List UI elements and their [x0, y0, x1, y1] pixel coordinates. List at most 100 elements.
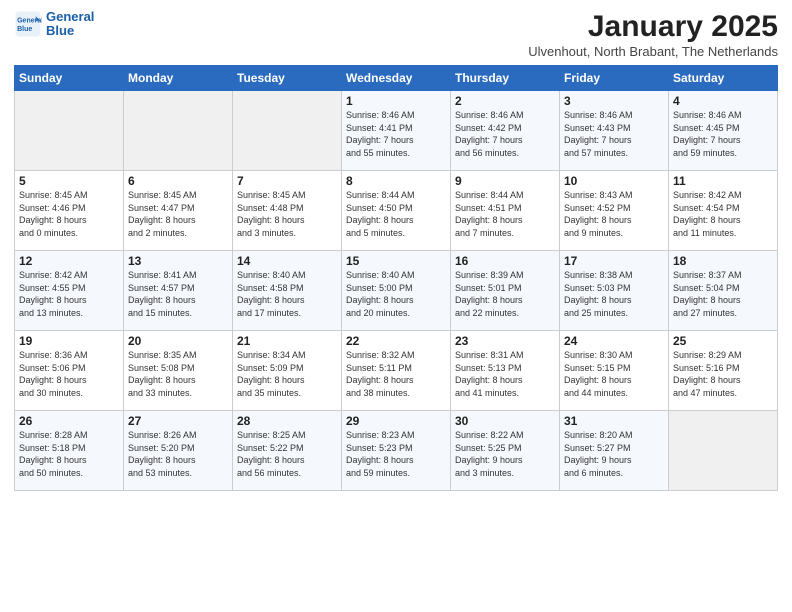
- cell-info: Sunrise: 8:42 AMSunset: 4:55 PMDaylight:…: [19, 269, 119, 319]
- day-number: 19: [19, 334, 119, 348]
- calendar-cell: 14Sunrise: 8:40 AMSunset: 4:58 PMDayligh…: [233, 251, 342, 331]
- weekday-header-monday: Monday: [124, 66, 233, 91]
- cell-info: Sunrise: 8:40 AMSunset: 4:58 PMDaylight:…: [237, 269, 337, 319]
- calendar-cell: 1Sunrise: 8:46 AMSunset: 4:41 PMDaylight…: [342, 91, 451, 171]
- day-number: 28: [237, 414, 337, 428]
- day-number: 14: [237, 254, 337, 268]
- day-number: 9: [455, 174, 555, 188]
- week-row-3: 12Sunrise: 8:42 AMSunset: 4:55 PMDayligh…: [15, 251, 778, 331]
- cell-info: Sunrise: 8:45 AMSunset: 4:48 PMDaylight:…: [237, 189, 337, 239]
- day-number: 12: [19, 254, 119, 268]
- calendar-table: SundayMondayTuesdayWednesdayThursdayFrid…: [14, 65, 778, 491]
- cell-info: Sunrise: 8:34 AMSunset: 5:09 PMDaylight:…: [237, 349, 337, 399]
- cell-info: Sunrise: 8:44 AMSunset: 4:50 PMDaylight:…: [346, 189, 446, 239]
- weekday-header-friday: Friday: [560, 66, 669, 91]
- cell-info: Sunrise: 8:22 AMSunset: 5:25 PMDaylight:…: [455, 429, 555, 479]
- calendar-cell: 13Sunrise: 8:41 AMSunset: 4:57 PMDayligh…: [124, 251, 233, 331]
- day-number: 24: [564, 334, 664, 348]
- calendar-cell: 16Sunrise: 8:39 AMSunset: 5:01 PMDayligh…: [451, 251, 560, 331]
- week-row-5: 26Sunrise: 8:28 AMSunset: 5:18 PMDayligh…: [15, 411, 778, 491]
- header: General Blue General Blue January 2025 U…: [14, 10, 778, 59]
- day-number: 6: [128, 174, 228, 188]
- day-number: 7: [237, 174, 337, 188]
- calendar-cell: 21Sunrise: 8:34 AMSunset: 5:09 PMDayligh…: [233, 331, 342, 411]
- calendar-cell: [669, 411, 778, 491]
- calendar-cell: 7Sunrise: 8:45 AMSunset: 4:48 PMDaylight…: [233, 171, 342, 251]
- cell-info: Sunrise: 8:40 AMSunset: 5:00 PMDaylight:…: [346, 269, 446, 319]
- calendar-cell: 2Sunrise: 8:46 AMSunset: 4:42 PMDaylight…: [451, 91, 560, 171]
- day-number: 1: [346, 94, 446, 108]
- calendar-cell: 27Sunrise: 8:26 AMSunset: 5:20 PMDayligh…: [124, 411, 233, 491]
- calendar-cell: 10Sunrise: 8:43 AMSunset: 4:52 PMDayligh…: [560, 171, 669, 251]
- cell-info: Sunrise: 8:28 AMSunset: 5:18 PMDaylight:…: [19, 429, 119, 479]
- weekday-header-sunday: Sunday: [15, 66, 124, 91]
- day-number: 3: [564, 94, 664, 108]
- calendar-cell: [124, 91, 233, 171]
- day-number: 4: [673, 94, 773, 108]
- cell-info: Sunrise: 8:26 AMSunset: 5:20 PMDaylight:…: [128, 429, 228, 479]
- day-number: 29: [346, 414, 446, 428]
- calendar-cell: 3Sunrise: 8:46 AMSunset: 4:43 PMDaylight…: [560, 91, 669, 171]
- weekday-header-row: SundayMondayTuesdayWednesdayThursdayFrid…: [15, 66, 778, 91]
- cell-info: Sunrise: 8:25 AMSunset: 5:22 PMDaylight:…: [237, 429, 337, 479]
- calendar-cell: [233, 91, 342, 171]
- logo-icon: General Blue: [14, 10, 42, 38]
- calendar-cell: 12Sunrise: 8:42 AMSunset: 4:55 PMDayligh…: [15, 251, 124, 331]
- day-number: 20: [128, 334, 228, 348]
- cell-info: Sunrise: 8:30 AMSunset: 5:15 PMDaylight:…: [564, 349, 664, 399]
- day-number: 15: [346, 254, 446, 268]
- cell-info: Sunrise: 8:42 AMSunset: 4:54 PMDaylight:…: [673, 189, 773, 239]
- cell-info: Sunrise: 8:23 AMSunset: 5:23 PMDaylight:…: [346, 429, 446, 479]
- cell-info: Sunrise: 8:32 AMSunset: 5:11 PMDaylight:…: [346, 349, 446, 399]
- cell-info: Sunrise: 8:46 AMSunset: 4:41 PMDaylight:…: [346, 109, 446, 159]
- logo: General Blue General Blue: [14, 10, 94, 39]
- day-number: 10: [564, 174, 664, 188]
- cell-info: Sunrise: 8:29 AMSunset: 5:16 PMDaylight:…: [673, 349, 773, 399]
- logo-text: General Blue: [46, 10, 94, 39]
- calendar-cell: 5Sunrise: 8:45 AMSunset: 4:46 PMDaylight…: [15, 171, 124, 251]
- calendar-cell: 9Sunrise: 8:44 AMSunset: 4:51 PMDaylight…: [451, 171, 560, 251]
- calendar-cell: 29Sunrise: 8:23 AMSunset: 5:23 PMDayligh…: [342, 411, 451, 491]
- day-number: 23: [455, 334, 555, 348]
- day-number: 13: [128, 254, 228, 268]
- day-number: 5: [19, 174, 119, 188]
- day-number: 26: [19, 414, 119, 428]
- day-number: 11: [673, 174, 773, 188]
- cell-info: Sunrise: 8:41 AMSunset: 4:57 PMDaylight:…: [128, 269, 228, 319]
- week-row-2: 5Sunrise: 8:45 AMSunset: 4:46 PMDaylight…: [15, 171, 778, 251]
- cell-info: Sunrise: 8:35 AMSunset: 5:08 PMDaylight:…: [128, 349, 228, 399]
- day-number: 8: [346, 174, 446, 188]
- title-block: January 2025 Ulvenhout, North Brabant, T…: [528, 10, 778, 59]
- calendar-cell: 18Sunrise: 8:37 AMSunset: 5:04 PMDayligh…: [669, 251, 778, 331]
- day-number: 18: [673, 254, 773, 268]
- day-number: 2: [455, 94, 555, 108]
- cell-info: Sunrise: 8:38 AMSunset: 5:03 PMDaylight:…: [564, 269, 664, 319]
- weekday-header-wednesday: Wednesday: [342, 66, 451, 91]
- week-row-4: 19Sunrise: 8:36 AMSunset: 5:06 PMDayligh…: [15, 331, 778, 411]
- day-number: 27: [128, 414, 228, 428]
- cell-info: Sunrise: 8:36 AMSunset: 5:06 PMDaylight:…: [19, 349, 119, 399]
- calendar-cell: 24Sunrise: 8:30 AMSunset: 5:15 PMDayligh…: [560, 331, 669, 411]
- calendar-cell: [15, 91, 124, 171]
- day-number: 22: [346, 334, 446, 348]
- cell-info: Sunrise: 8:46 AMSunset: 4:42 PMDaylight:…: [455, 109, 555, 159]
- calendar-cell: 6Sunrise: 8:45 AMSunset: 4:47 PMDaylight…: [124, 171, 233, 251]
- calendar-cell: 26Sunrise: 8:28 AMSunset: 5:18 PMDayligh…: [15, 411, 124, 491]
- day-number: 16: [455, 254, 555, 268]
- week-row-1: 1Sunrise: 8:46 AMSunset: 4:41 PMDaylight…: [15, 91, 778, 171]
- weekday-header-thursday: Thursday: [451, 66, 560, 91]
- calendar-cell: 20Sunrise: 8:35 AMSunset: 5:08 PMDayligh…: [124, 331, 233, 411]
- day-number: 30: [455, 414, 555, 428]
- weekday-header-saturday: Saturday: [669, 66, 778, 91]
- calendar-cell: 22Sunrise: 8:32 AMSunset: 5:11 PMDayligh…: [342, 331, 451, 411]
- cell-info: Sunrise: 8:44 AMSunset: 4:51 PMDaylight:…: [455, 189, 555, 239]
- cell-info: Sunrise: 8:45 AMSunset: 4:47 PMDaylight:…: [128, 189, 228, 239]
- day-number: 17: [564, 254, 664, 268]
- cell-info: Sunrise: 8:45 AMSunset: 4:46 PMDaylight:…: [19, 189, 119, 239]
- day-number: 25: [673, 334, 773, 348]
- cell-info: Sunrise: 8:39 AMSunset: 5:01 PMDaylight:…: [455, 269, 555, 319]
- day-number: 31: [564, 414, 664, 428]
- calendar-cell: 25Sunrise: 8:29 AMSunset: 5:16 PMDayligh…: [669, 331, 778, 411]
- calendar-subtitle: Ulvenhout, North Brabant, The Netherland…: [528, 44, 778, 59]
- calendar-cell: 23Sunrise: 8:31 AMSunset: 5:13 PMDayligh…: [451, 331, 560, 411]
